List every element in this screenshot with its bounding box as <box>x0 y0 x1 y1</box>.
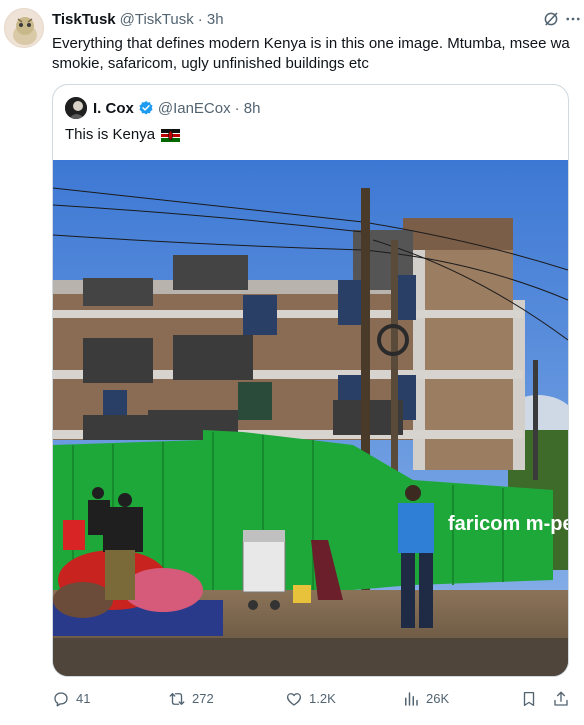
views-button[interactable]: 26K <box>402 688 449 710</box>
share-icon <box>554 691 568 706</box>
post-actions: 41 272 1.2K 26K <box>52 688 572 710</box>
views-count: 26K <box>426 691 450 706</box>
quoted-post-header: I. Cox @IanECox · 8h <box>65 97 260 119</box>
reply-count: 41 <box>76 691 91 706</box>
like-count: 1.2K <box>309 691 336 706</box>
author-handle[interactable]: @TiskTusk <box>120 11 194 28</box>
quoted-author-handle[interactable]: @IanECox <box>158 100 231 117</box>
bookmark-icon <box>523 691 535 707</box>
post-text: Everything that defines modern Kenya is … <box>52 35 570 72</box>
views-icon <box>405 692 418 706</box>
reply-button[interactable]: 41 <box>52 688 90 710</box>
author-name[interactable]: TiskTusk <box>52 11 116 28</box>
quoted-author-name[interactable]: I. Cox <box>93 100 134 117</box>
safaricom-signage: faricom m-pesa <box>448 513 568 535</box>
share-button[interactable] <box>552 688 576 710</box>
like-icon <box>286 693 302 706</box>
user-avatar[interactable] <box>4 8 44 48</box>
more-icon[interactable] <box>564 10 582 28</box>
quoted-author-avatar[interactable] <box>65 97 87 119</box>
post-time[interactable]: · 3h <box>198 11 224 28</box>
quoted-post-text-row: This is Kenya <box>65 125 181 145</box>
repost-button[interactable]: 272 <box>168 688 214 710</box>
grok-icon[interactable] <box>542 10 560 28</box>
reply-icon <box>54 692 68 707</box>
repost-icon <box>169 693 185 705</box>
like-button[interactable]: 1.2K <box>285 688 336 710</box>
post-photo[interactable]: faricom m-pesa <box>53 160 568 677</box>
quoted-post-text: This is Kenya <box>65 126 156 143</box>
quoted-post-time[interactable]: · 8h <box>235 100 261 117</box>
quoted-post[interactable]: I. Cox @IanECox · 8h This is Kenya faric… <box>52 84 569 677</box>
repost-count: 272 <box>192 691 214 706</box>
verified-badge-icon <box>139 101 153 115</box>
kenya-flag-icon <box>161 128 181 142</box>
bookmark-button[interactable] <box>520 688 544 710</box>
post-header: TiskTusk @TiskTusk · 3h <box>52 8 568 30</box>
